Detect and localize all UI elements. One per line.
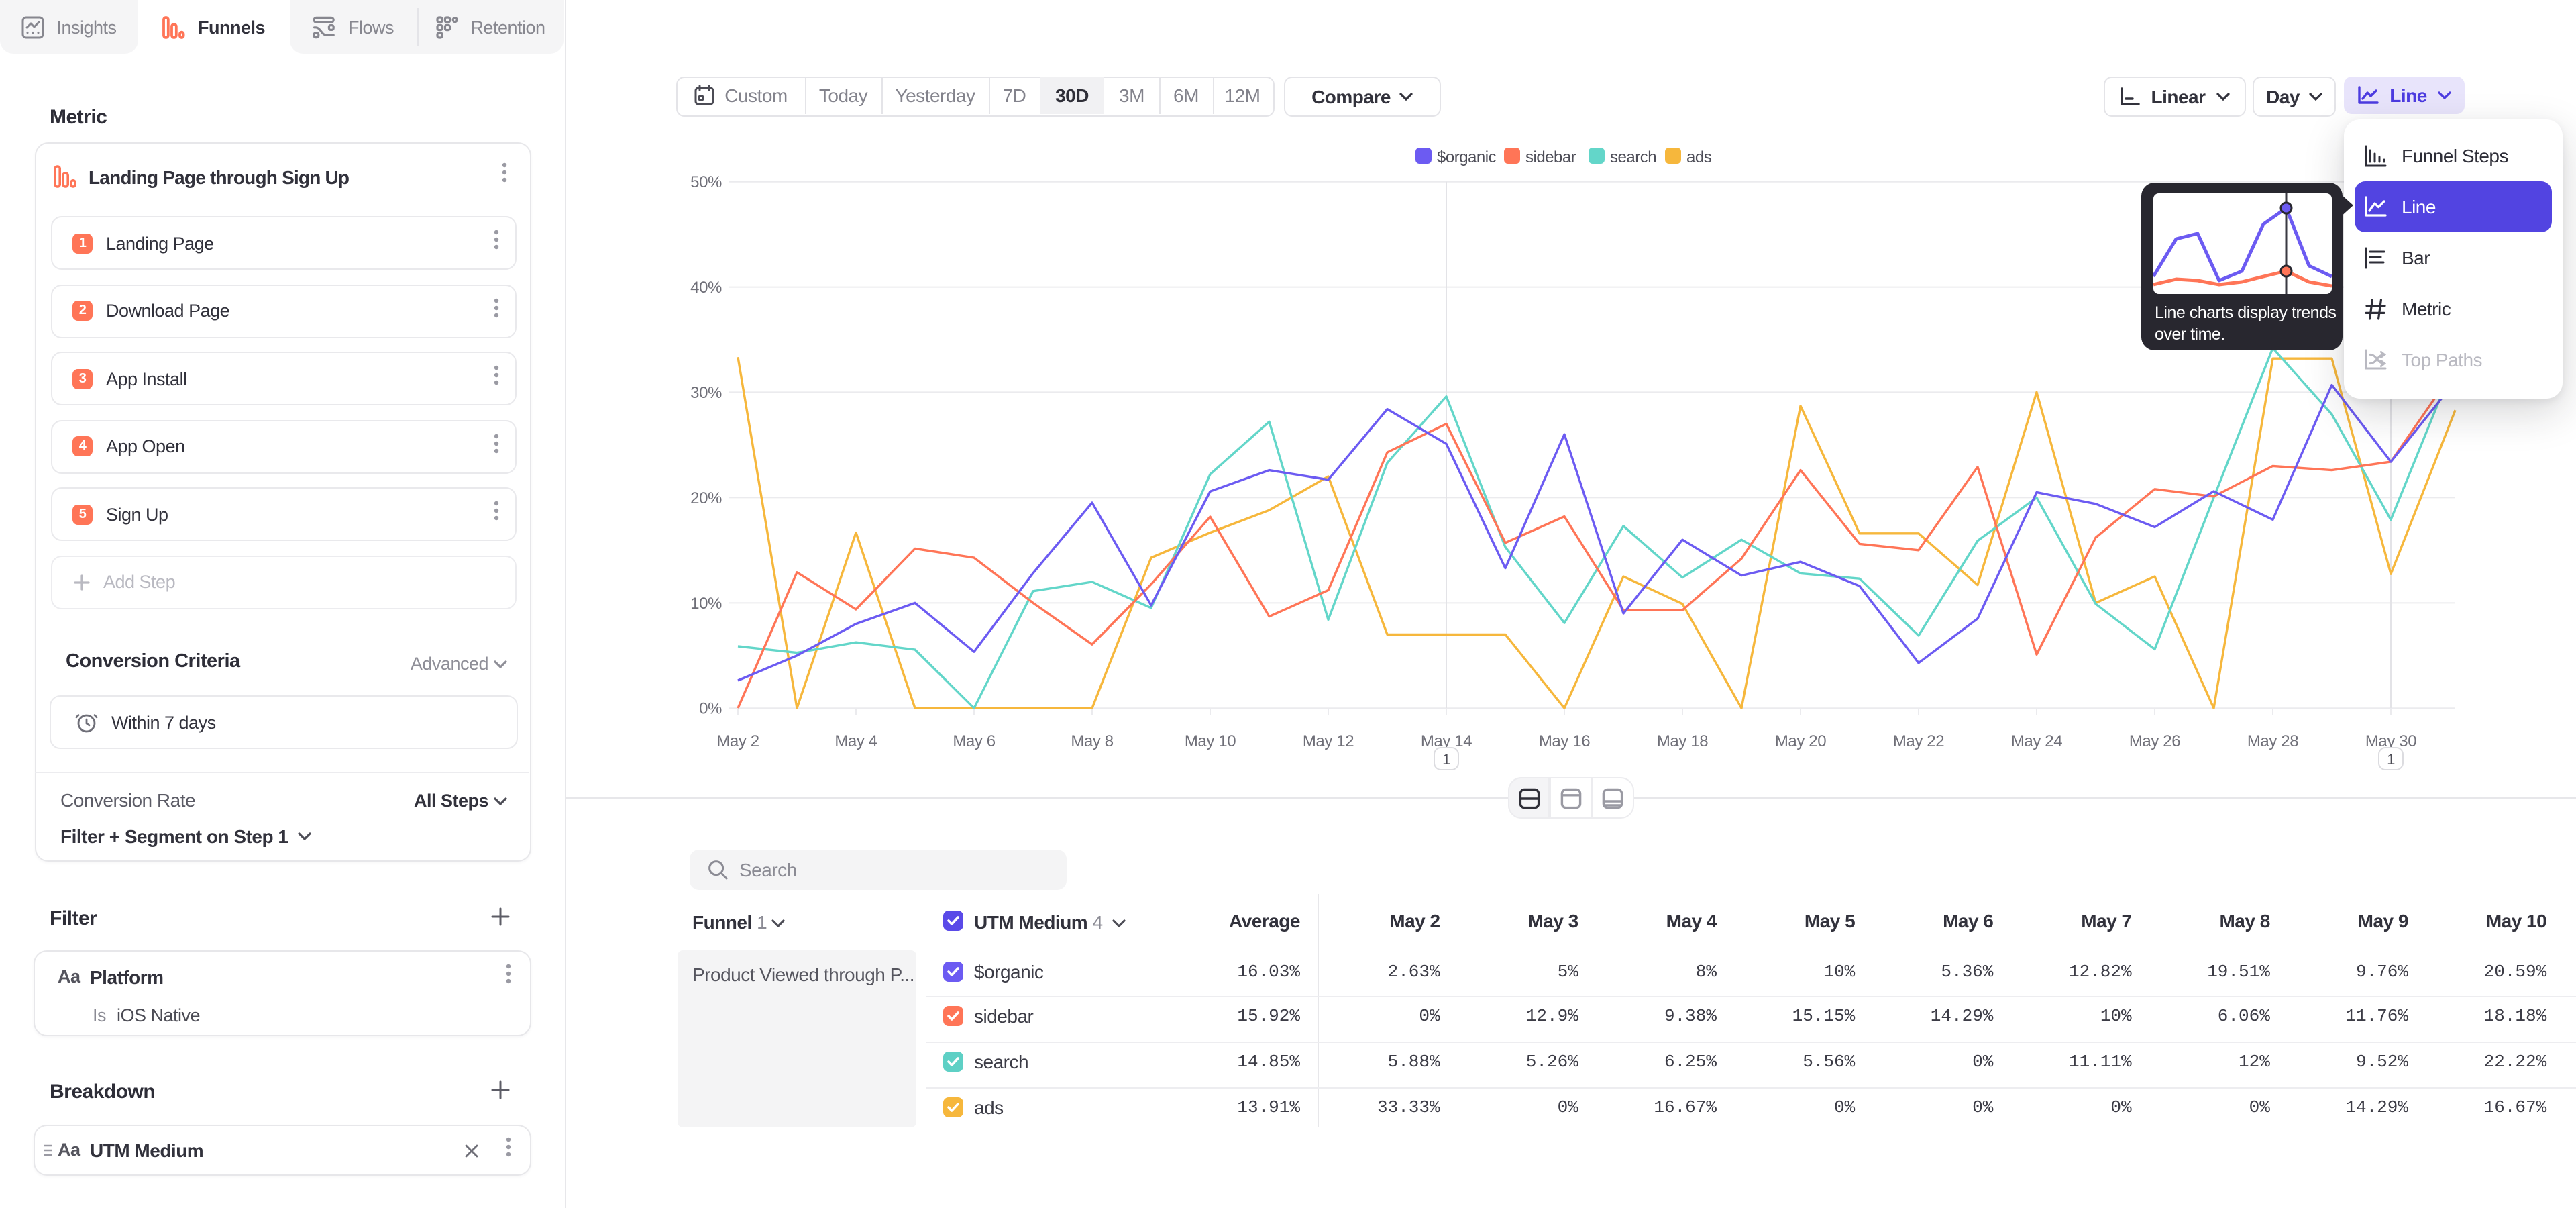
svg-text:May 16: May 16 (1539, 732, 1590, 750)
svg-text:May 22: May 22 (1893, 732, 1944, 750)
svg-text:10%: 10% (690, 595, 722, 613)
svg-text:May 8: May 8 (1071, 732, 1113, 750)
svg-text:1: 1 (2387, 751, 2395, 768)
svg-text:20%: 20% (690, 489, 722, 507)
svg-text:30%: 30% (690, 384, 722, 402)
svg-text:40%: 40% (690, 279, 722, 297)
svg-text:May 28: May 28 (2247, 732, 2298, 750)
svg-text:May 24: May 24 (2011, 732, 2062, 750)
svg-text:50%: 50% (690, 173, 722, 191)
svg-text:May 4: May 4 (835, 732, 877, 750)
svg-text:May 6: May 6 (953, 732, 995, 750)
svg-text:1: 1 (1442, 751, 1450, 768)
svg-text:May 2: May 2 (716, 732, 759, 750)
svg-text:May 18: May 18 (1657, 732, 1708, 750)
svg-text:May 26: May 26 (2129, 732, 2180, 750)
svg-text:0%: 0% (699, 700, 722, 718)
svg-text:May 20: May 20 (1775, 732, 1826, 750)
svg-text:May 10: May 10 (1185, 732, 1236, 750)
svg-text:May 12: May 12 (1303, 732, 1354, 750)
